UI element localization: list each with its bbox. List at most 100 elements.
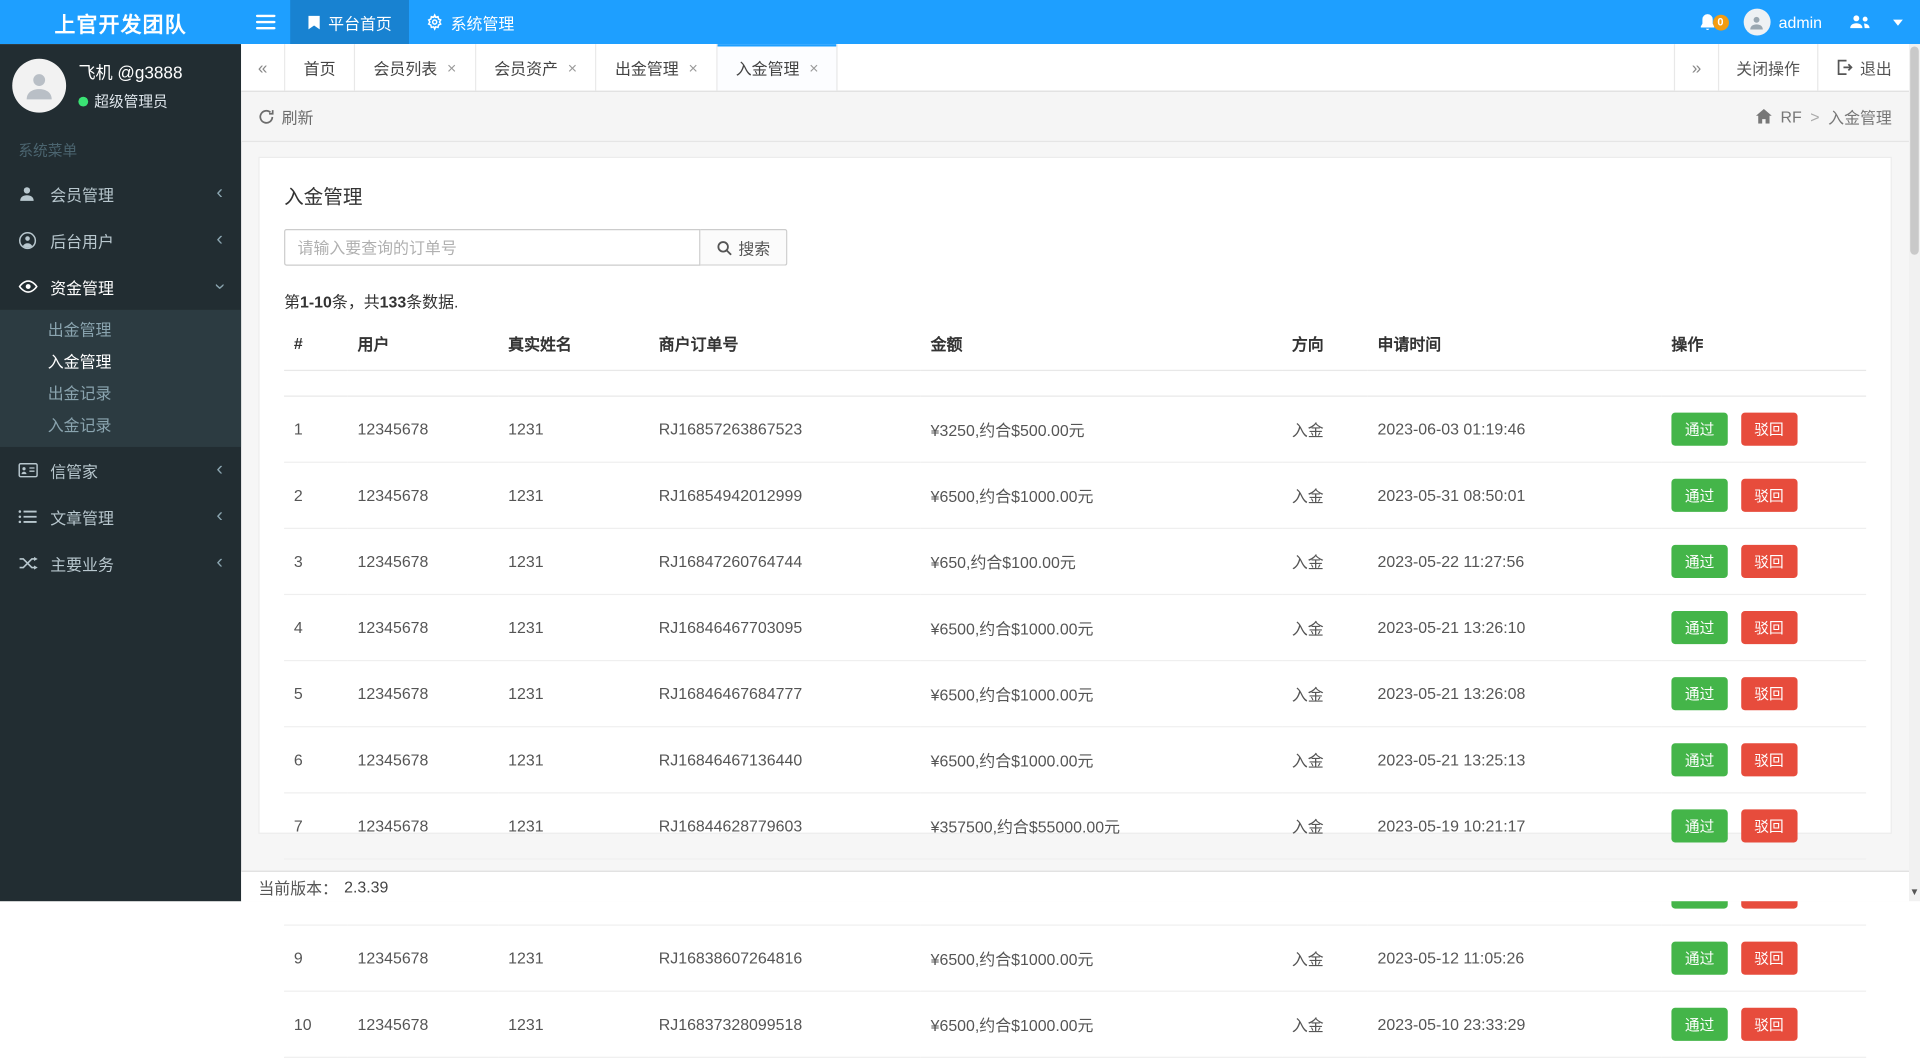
sidebar-menu: 会员管理 ‹ 后台用户 ‹ 资金管理 ‹ 出金管理 入金管理 出金记录 入金记录…: [0, 170, 242, 587]
search-button[interactable]: 搜索: [700, 228, 788, 266]
tab-deposit-management[interactable]: 入金管理 ×: [717, 44, 839, 91]
cell-realname: 1231: [498, 660, 649, 728]
sidebar-item-credit-manager[interactable]: 信管家 ‹: [0, 447, 241, 494]
reject-button[interactable]: 驳回: [1740, 412, 1798, 446]
cell-time: 2023-05-21 13:25:13: [1367, 726, 1662, 794]
breadcrumb-current: 入金管理: [1828, 108, 1892, 127]
username-label: admin: [1778, 12, 1823, 32]
order-search-input[interactable]: [284, 228, 701, 266]
reject-button[interactable]: 驳回: [1740, 478, 1798, 512]
cell-time: 2023-05-31 08:50:01: [1367, 462, 1662, 529]
cell-amount: ¥6500,约合$1000.00元: [920, 726, 1283, 794]
approve-button[interactable]: 通过: [1671, 611, 1728, 645]
approve-button[interactable]: 通过: [1671, 743, 1728, 777]
online-status-dot: [78, 96, 89, 106]
tabs-scroll-left-button[interactable]: «: [241, 44, 286, 91]
admin-settings-button[interactable]: [1834, 13, 1885, 30]
cell-actions: 通过 驳回: [1661, 925, 1867, 992]
tab-home[interactable]: 首页: [285, 44, 356, 91]
cell-time: 2023-05-21 13:26:08: [1367, 660, 1662, 728]
reject-button[interactable]: 驳回: [1740, 941, 1798, 975]
sidebar-item-label: 主要业务: [50, 555, 114, 574]
user-name: 飞机 @g3888: [78, 62, 183, 83]
chevron-down-icon: ‹: [208, 283, 230, 290]
notifications-button[interactable]: 0: [1683, 12, 1731, 32]
cell-index: 2: [284, 462, 348, 529]
footer: 当前版本： 2.3.39: [241, 870, 1909, 902]
search-row: 搜索: [284, 228, 1866, 266]
cell-amount: ¥650,约合$100.00元: [920, 528, 1283, 596]
approve-button[interactable]: 通过: [1671, 1007, 1728, 1041]
col-header-order: 商户订单号: [648, 317, 921, 372]
cell-time: 2023-05-10 23:33:29: [1367, 991, 1662, 1058]
tab-label: 出金管理: [614, 59, 679, 78]
tabbar-spacer: [838, 44, 1674, 91]
reject-button[interactable]: 驳回: [1740, 809, 1798, 843]
brand[interactable]: 上官开发团队: [0, 0, 241, 44]
col-header-amount: 金额: [920, 317, 1283, 372]
reject-button[interactable]: 驳回: [1740, 1007, 1798, 1041]
sidebar-item-main-business[interactable]: 主要业务 ‹: [0, 540, 241, 587]
col-header-user: 用户: [347, 317, 499, 372]
table-row: 4 12345678 1231 RJ16846467703095 ¥6500,约…: [284, 594, 1867, 662]
nav-item-system-management[interactable]: 系统管理: [409, 0, 531, 44]
logout-button[interactable]: 退出: [1817, 44, 1909, 91]
close-icon[interactable]: ×: [809, 58, 818, 76]
home-icon: [1756, 108, 1772, 124]
cell-amount: ¥6500,约合$1000.00元: [920, 660, 1283, 728]
close-icon[interactable]: ×: [568, 58, 577, 76]
scrollbar-thumb[interactable]: [1910, 46, 1919, 255]
reject-button[interactable]: 驳回: [1740, 677, 1798, 711]
approve-button[interactable]: 通过: [1671, 478, 1728, 512]
submenu-item-deposit-management[interactable]: 入金管理: [0, 347, 241, 379]
user-info: 飞机 @g3888 超级管理员: [78, 60, 183, 111]
scrollbar-down-arrow[interactable]: ▼: [1909, 887, 1920, 899]
cell-amount: ¥6500,约合$1000.00元: [920, 462, 1283, 529]
tab-member-list[interactable]: 会员列表 ×: [355, 44, 476, 91]
sidebar-item-admin-users[interactable]: 后台用户 ‹: [0, 217, 241, 264]
submenu-item-withdraw-management[interactable]: 出金管理: [0, 315, 241, 347]
user-role-label: 超级管理员: [94, 93, 168, 111]
bookmark-icon: [307, 14, 320, 30]
close-icon[interactable]: ×: [688, 58, 697, 76]
cell-time: 2023-05-21 13:26:10: [1367, 594, 1662, 662]
tabs-scroll-right-button[interactable]: »: [1673, 44, 1718, 91]
cell-index: 3: [284, 528, 348, 596]
submenu-item-withdraw-records[interactable]: 出金记录: [0, 378, 241, 410]
breadcrumb-root[interactable]: RF: [1780, 107, 1801, 125]
reject-button[interactable]: 驳回: [1740, 544, 1798, 578]
tab-member-assets[interactable]: 会员资产 ×: [475, 44, 597, 91]
top-navbar: 上官开发团队 平台首页 系统管理 0 admin: [0, 0, 1920, 45]
cell-actions: 通过 驳回: [1661, 528, 1867, 596]
page-scrollbar[interactable]: ▼: [1908, 44, 1920, 902]
cell-index: 1: [284, 396, 348, 463]
close-icon[interactable]: ×: [447, 58, 456, 76]
reject-button[interactable]: 驳回: [1740, 611, 1798, 645]
cell-order: RJ16846467684777: [648, 660, 921, 728]
refresh-button[interactable]: 刷新: [258, 105, 313, 128]
approve-button[interactable]: 通过: [1671, 677, 1728, 711]
cell-actions: 通过 驳回: [1661, 991, 1867, 1058]
cell-order: RJ16838607264816: [648, 925, 921, 992]
approve-button[interactable]: 通过: [1671, 412, 1728, 446]
submenu-item-deposit-records[interactable]: 入金记录: [0, 410, 241, 442]
user-menu[interactable]: admin: [1731, 8, 1834, 36]
chevron-left-icon: ‹: [216, 228, 223, 250]
tab-label: 首页: [303, 59, 336, 78]
sidebar-item-funds-management[interactable]: 资金管理 ‹: [0, 263, 241, 310]
cell-user: 12345678: [347, 792, 499, 860]
cell-user: 12345678: [347, 991, 499, 1058]
sidebar-item-label: 信管家: [50, 462, 98, 481]
sidebar-item-member-management[interactable]: 会员管理 ‹: [0, 170, 241, 217]
approve-button[interactable]: 通过: [1671, 809, 1728, 843]
sidebar-toggle-button[interactable]: [241, 0, 290, 44]
approve-button[interactable]: 通过: [1671, 941, 1728, 975]
approve-button[interactable]: 通过: [1671, 544, 1728, 578]
reject-button[interactable]: 驳回: [1740, 743, 1798, 777]
deposit-table: # 用户 真实姓名 商户订单号 金额 方向 申请时间 操作 1 12345678…: [284, 317, 1867, 1058]
close-actions-button[interactable]: 关闭操作: [1717, 44, 1818, 91]
cell-amount: ¥6500,约合$1000.00元: [920, 594, 1283, 662]
nav-item-platform-home[interactable]: 平台首页: [290, 0, 409, 45]
sidebar-item-article-management[interactable]: 文章管理 ‹: [0, 493, 241, 540]
tab-withdraw-management[interactable]: 出金管理 ×: [596, 44, 718, 91]
